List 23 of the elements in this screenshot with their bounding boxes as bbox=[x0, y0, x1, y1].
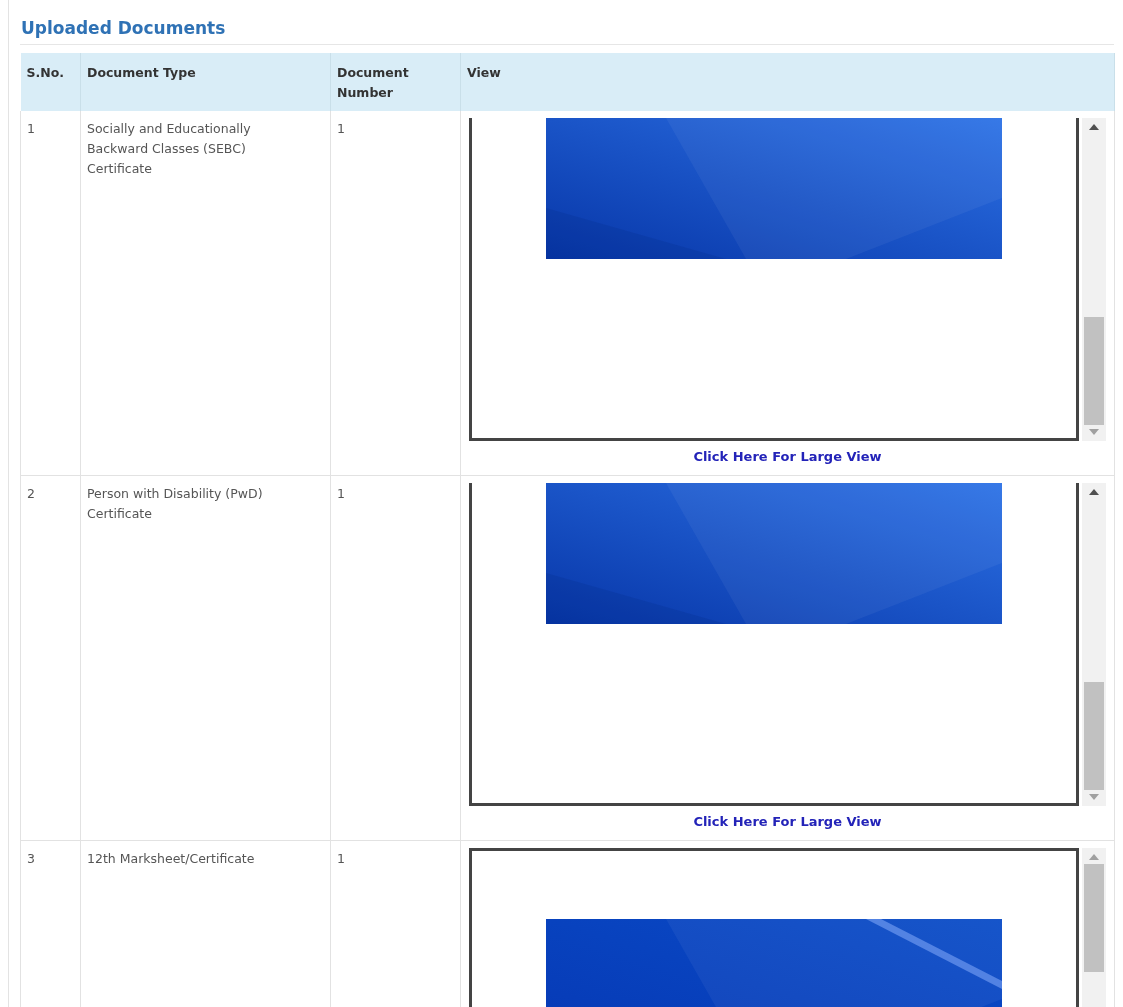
down-arrow-icon[interactable] bbox=[1089, 429, 1099, 435]
up-arrow-icon[interactable] bbox=[1089, 124, 1099, 130]
scroll-thumb[interactable] bbox=[1084, 864, 1104, 972]
table-cell: 3 bbox=[20, 840, 81, 1007]
table-cell: Socially and Educationally Backward Classes (SEBC) Certificate bbox=[80, 111, 331, 476]
down-arrow-icon[interactable] bbox=[1089, 794, 1099, 800]
scroll-thumb[interactable] bbox=[1084, 317, 1104, 425]
table-cell: Person with Disability (PwD) Certificate bbox=[80, 475, 331, 841]
large-view-link[interactable]: Click Here For Large View bbox=[693, 812, 882, 832]
scroll-thumb[interactable] bbox=[1084, 682, 1104, 790]
scrollbar[interactable] bbox=[1082, 118, 1106, 441]
up-arrow-icon[interactable] bbox=[1089, 489, 1099, 495]
column-header: View bbox=[460, 53, 1115, 111]
column-header: S.No. bbox=[20, 53, 81, 111]
table-cell: 1 bbox=[20, 111, 81, 476]
large-view-link[interactable]: Click Here For Large View bbox=[693, 447, 882, 467]
table-cell: 2 bbox=[20, 475, 81, 841]
table-cell: 1 bbox=[330, 111, 461, 476]
scrollbar[interactable] bbox=[1082, 483, 1106, 806]
column-header: Document Number bbox=[330, 53, 461, 111]
table-cell: 1 bbox=[330, 475, 461, 841]
section-title: Uploaded Documents bbox=[20, 0, 1114, 45]
column-header: Document Type bbox=[80, 53, 331, 111]
